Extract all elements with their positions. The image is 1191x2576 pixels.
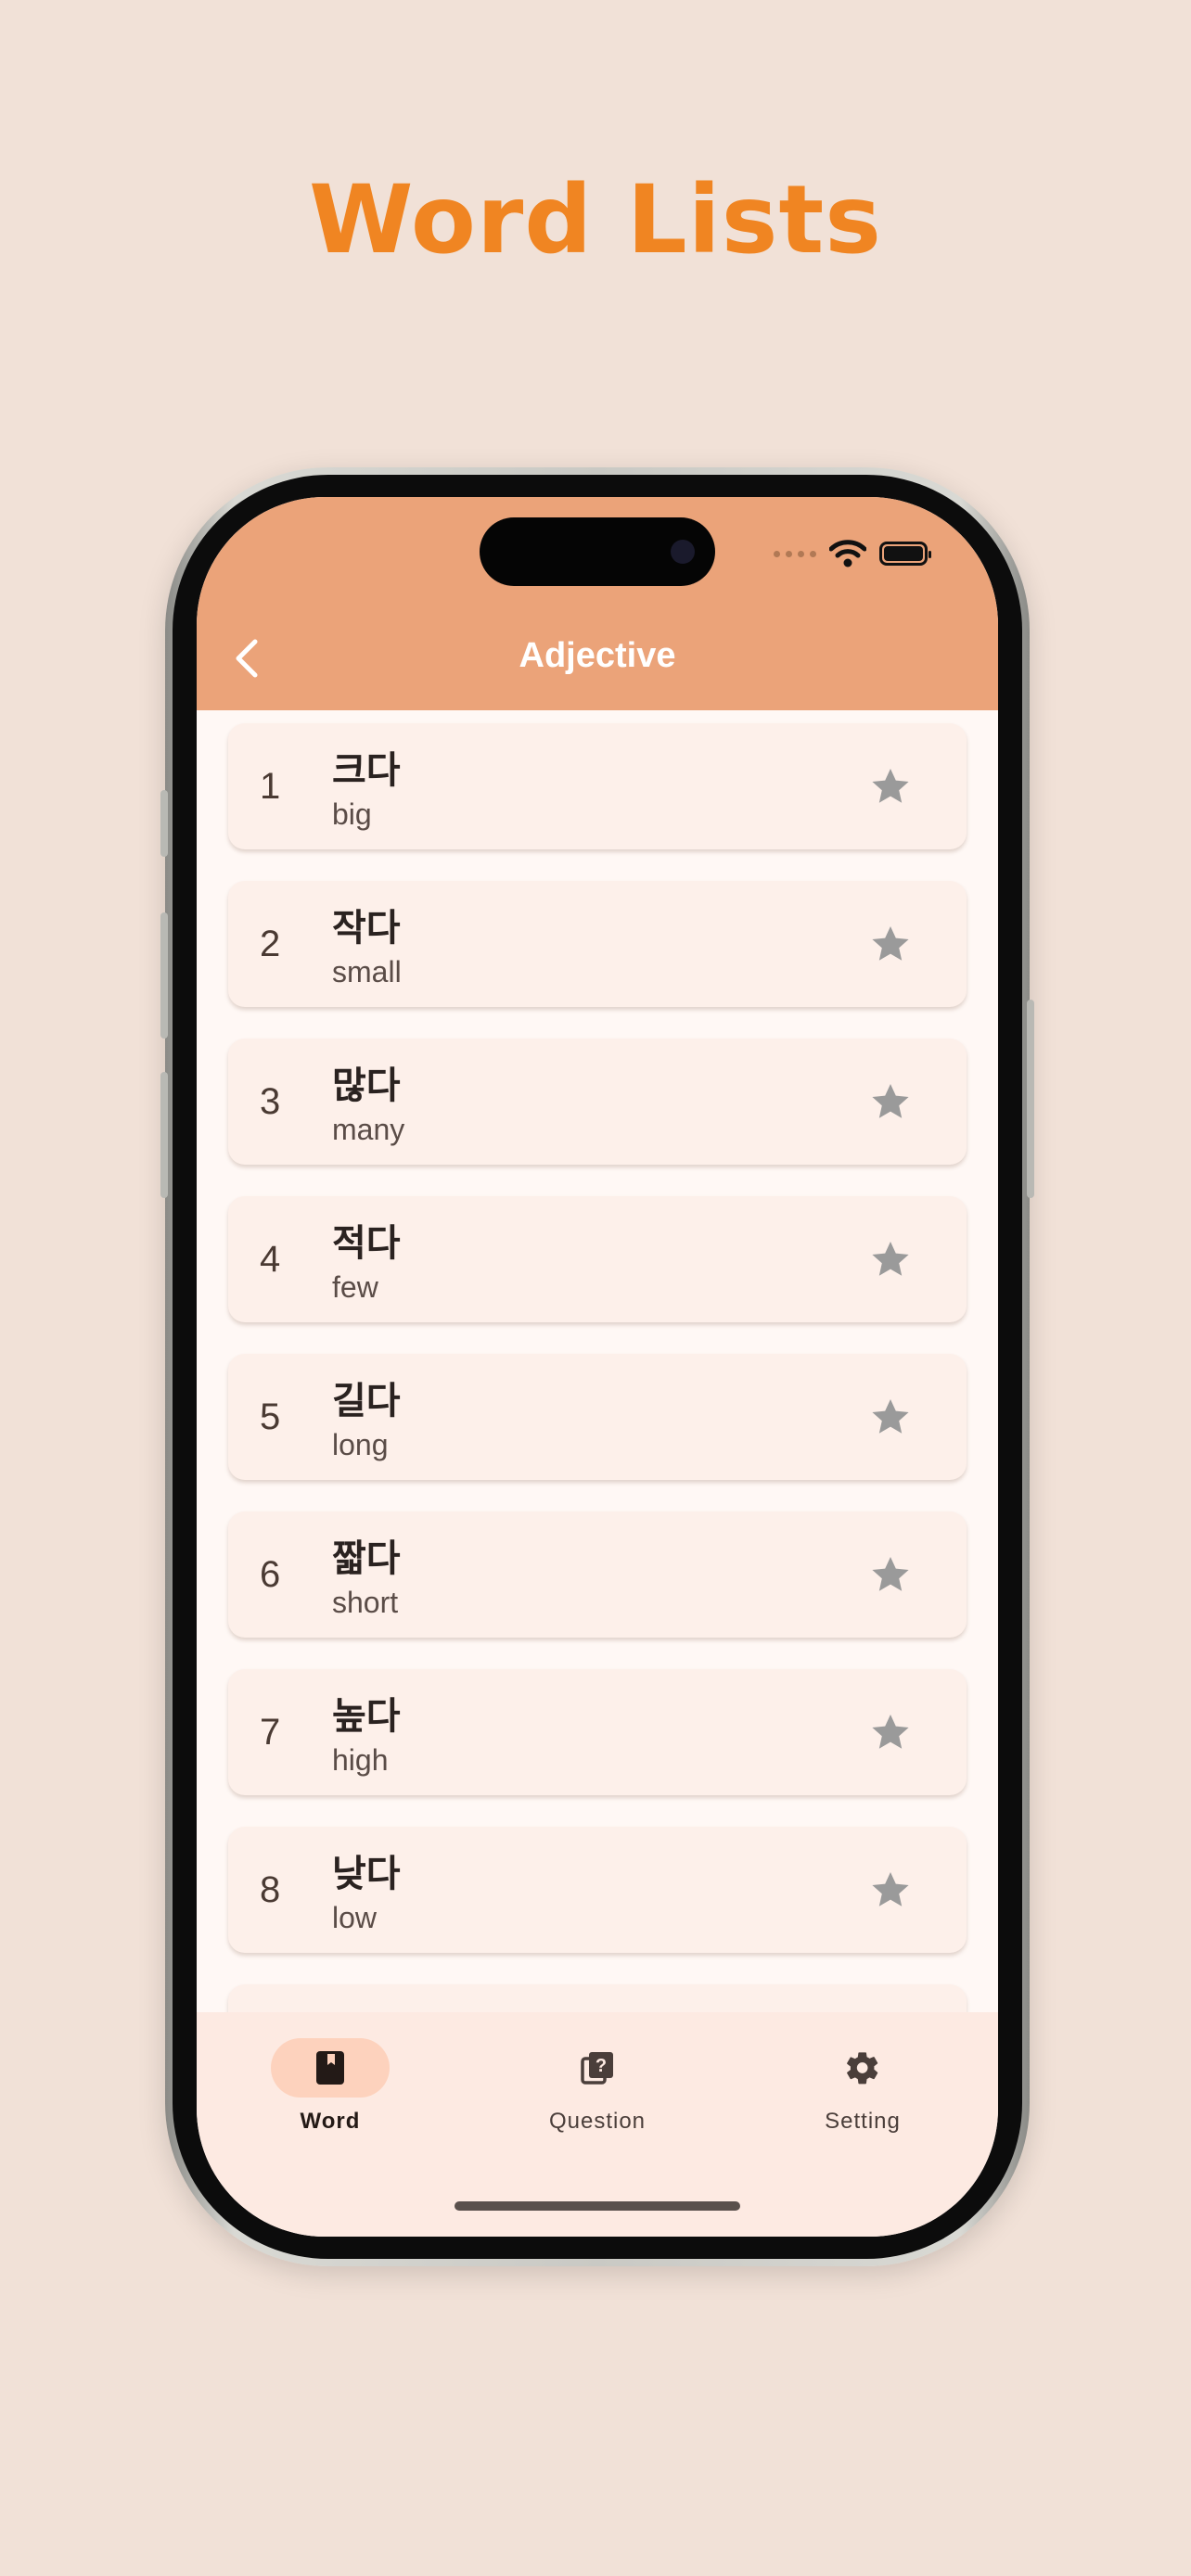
nav-item-setting[interactable]: Setting [770, 2038, 955, 2135]
phone-screen: Adjective 1 크다 big 2 작다 small 3 많다 many [197, 497, 998, 2237]
word-korean: 적다 [332, 1222, 401, 1265]
list-item[interactable]: 3 많다 many [228, 1039, 967, 1165]
bottom-navigation: Word ? Question Setting [197, 2012, 998, 2237]
home-indicator[interactable] [455, 2201, 740, 2211]
battery-icon [879, 542, 931, 566]
word-korean: 낮다 [332, 1853, 401, 1895]
nav-label: Setting [825, 2109, 901, 2134]
word-korean: 길다 [332, 1380, 401, 1422]
quiz-icon: ? [581, 2052, 613, 2085]
star-icon[interactable] [868, 1395, 913, 1439]
word-korean: 작다 [332, 907, 401, 950]
dynamic-island [480, 517, 715, 586]
star-icon[interactable] [868, 764, 913, 809]
star-icon[interactable] [868, 1868, 913, 1912]
word-english: short [332, 1586, 399, 1619]
word-number: 6 [260, 1554, 281, 1595]
status-bar [774, 538, 931, 569]
word-korean: 높다 [332, 1695, 401, 1738]
wifi-icon [829, 540, 866, 567]
word-english: low [332, 1901, 378, 1934]
word-number: 4 [260, 1239, 281, 1280]
nav-label: Question [548, 2109, 647, 2134]
word-number: 5 [260, 1396, 281, 1437]
nav-item-question[interactable]: ? Question [505, 2038, 690, 2135]
word-english: many [332, 1113, 405, 1146]
word-english: small [332, 955, 402, 988]
book-icon [316, 2051, 344, 2085]
list-item[interactable]: 4 적다 few [228, 1196, 967, 1322]
word-number: 7 [260, 1712, 281, 1753]
word-list[interactable]: 1 크다 big 2 작다 small 3 많다 many 4 적다 few 5… [197, 710, 998, 2012]
star-icon[interactable] [868, 1710, 913, 1754]
page-title: Adjective [519, 636, 676, 675]
list-item[interactable]: 8 낮다 low [228, 1827, 967, 1953]
word-english: few [332, 1270, 378, 1304]
word-korean: 짧다 [332, 1537, 401, 1580]
list-item[interactable]: 6 짧다 short [228, 1511, 967, 1638]
word-korean: 많다 [332, 1065, 401, 1107]
nav-label: Word [300, 2109, 361, 2134]
volume-down-button [160, 1072, 168, 1198]
list-item[interactable]: 5 길다 long [228, 1354, 967, 1480]
signal-icon [774, 550, 816, 557]
star-icon[interactable] [868, 1552, 913, 1597]
star-icon[interactable] [868, 922, 913, 966]
word-number: 1 [260, 766, 281, 807]
list-item[interactable]: 9 무겁다 [228, 1984, 967, 2012]
list-item[interactable]: 1 크다 big [228, 723, 967, 849]
list-item[interactable]: 7 높다 high [228, 1669, 967, 1795]
action-button [160, 790, 168, 857]
word-number: 9 [260, 1984, 280, 2012]
word-korean: 크다 [332, 749, 401, 792]
word-english: big [332, 797, 372, 831]
star-icon[interactable] [868, 1079, 913, 1124]
star-icon[interactable] [868, 1237, 913, 1282]
volume-up-button [160, 912, 168, 1039]
power-button [1027, 1000, 1034, 1198]
promo-title: Word Lists [309, 165, 882, 275]
word-number: 2 [260, 924, 281, 964]
word-english: high [332, 1743, 389, 1777]
nav-item-word[interactable]: Word [237, 2038, 423, 2135]
list-item[interactable]: 2 작다 small [228, 881, 967, 1007]
gear-icon [847, 2052, 878, 2085]
word-korean: 무겁다 [332, 2001, 434, 2012]
word-number: 3 [260, 1081, 281, 1122]
svg-text:?: ? [596, 2056, 607, 2076]
word-english: long [332, 1428, 389, 1461]
word-number: 8 [260, 1869, 281, 1910]
